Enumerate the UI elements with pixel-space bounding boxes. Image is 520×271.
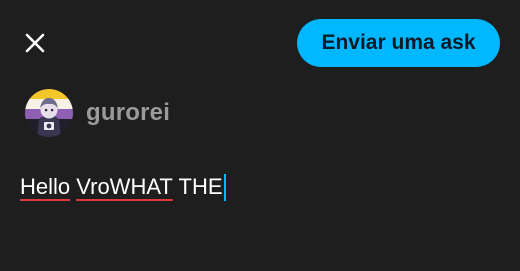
blog-name: gurorei bbox=[86, 99, 171, 126]
close-button[interactable] bbox=[20, 28, 50, 58]
text-caret bbox=[223, 173, 226, 201]
misspelled-word[interactable]: VroWHAT bbox=[76, 174, 173, 200]
misspelled-word[interactable]: Hello bbox=[20, 174, 70, 200]
send-ask-button[interactable]: Enviar uma ask bbox=[297, 19, 500, 67]
blog-selector[interactable]: gurorei bbox=[25, 88, 170, 138]
text-segment: THE bbox=[172, 174, 223, 199]
avatar bbox=[25, 89, 73, 137]
ask-text-input[interactable]: Hello VroWHAT THE bbox=[20, 172, 226, 202]
close-icon bbox=[25, 33, 45, 53]
ask-composer: Enviar uma ask gurorei Hello VroWHAT THE bbox=[0, 0, 520, 271]
